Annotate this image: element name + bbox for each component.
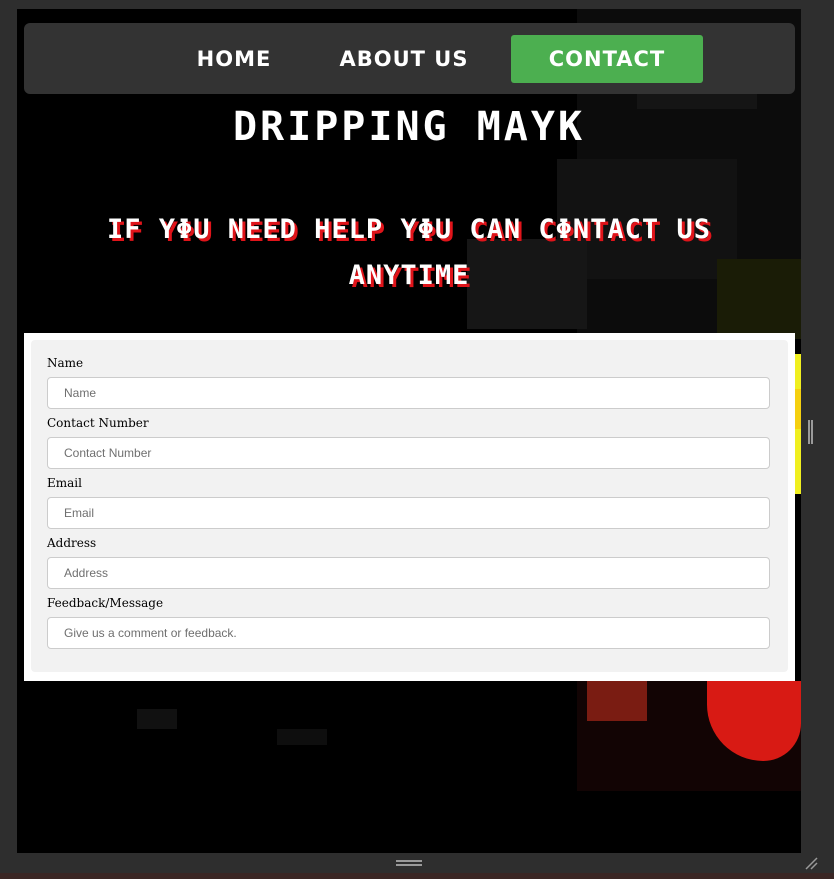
name-input[interactable] bbox=[47, 377, 770, 409]
vertical-resize-handle[interactable] bbox=[808, 420, 813, 444]
feedback-input[interactable] bbox=[47, 617, 770, 649]
page-tagline: IF YΦU NEED HELP YΦU CAN CΦNTACT US ANYT… bbox=[107, 214, 711, 291]
email-label: Email bbox=[47, 476, 82, 490]
site-title: DRIPPING MAYK bbox=[232, 104, 586, 150]
address-label: Address bbox=[47, 536, 97, 550]
nav-about-link[interactable]: ABOUT US bbox=[328, 35, 480, 83]
bottom-strip bbox=[0, 873, 834, 879]
contact-form-container: Name Contact Number Email Address Feedba… bbox=[24, 333, 795, 681]
address-input[interactable] bbox=[47, 557, 770, 589]
nav-home-link[interactable]: HOME bbox=[174, 35, 294, 83]
resize-corner-icon[interactable] bbox=[804, 856, 818, 870]
name-label: Name bbox=[47, 356, 84, 370]
email-input[interactable] bbox=[47, 497, 770, 529]
contact-number-input[interactable] bbox=[47, 437, 770, 469]
page-frame: HOME ABOUT US CONTACT DRIPPING MAYK IF Y… bbox=[17, 9, 801, 853]
contact-form: Name Contact Number Email Address Feedba… bbox=[31, 340, 788, 672]
contact-number-label: Contact Number bbox=[47, 416, 149, 430]
horizontal-resize-handle[interactable] bbox=[396, 860, 422, 866]
feedback-label: Feedback/Message bbox=[47, 596, 164, 610]
nav-contact-link[interactable]: CONTACT bbox=[511, 35, 703, 83]
navbar: HOME ABOUT US CONTACT bbox=[24, 23, 795, 94]
